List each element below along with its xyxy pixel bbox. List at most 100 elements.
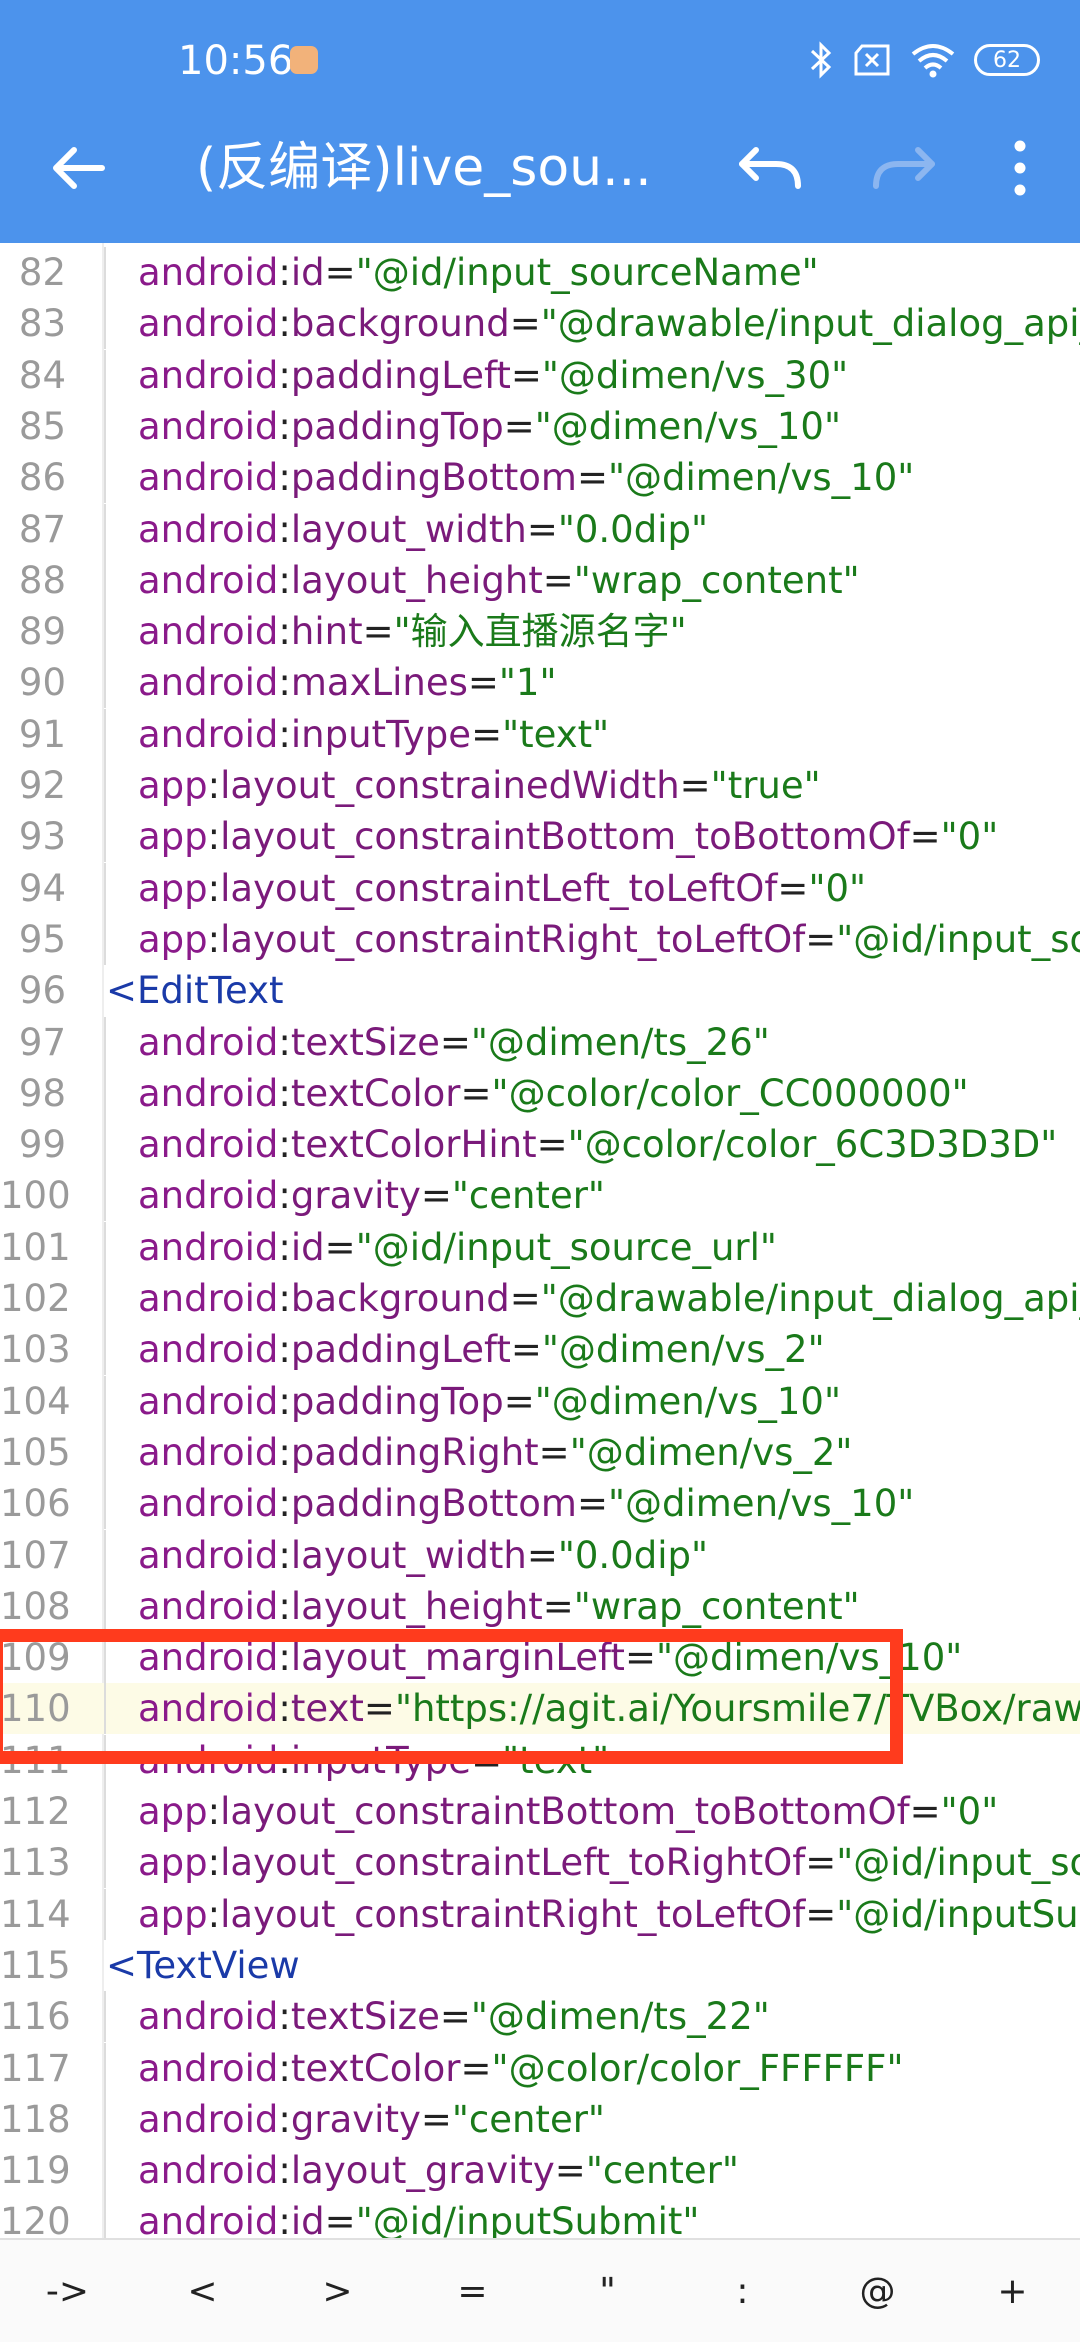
xml-attribute: android:layout_height="wrap_content" xyxy=(138,1581,860,1632)
line-number: 100 xyxy=(0,1174,71,1218)
code-line[interactable]: 100 android:gravity="center" xyxy=(0,1170,1080,1222)
namespace-prefix: android xyxy=(138,712,279,756)
attribute-value: "@id/input_sourceName" xyxy=(355,251,819,294)
code-line[interactable]: 115 <TextView xyxy=(0,1940,1080,1991)
symbol-key[interactable]: @ xyxy=(810,2271,945,2312)
code-line[interactable]: 119 android:layout_gravity="center" xyxy=(0,2145,1080,2197)
line-number: 84 xyxy=(18,353,66,397)
status-time: 10:56 xyxy=(178,38,294,84)
equals-token: = xyxy=(362,610,394,654)
equals-token: = xyxy=(471,712,503,756)
code-line[interactable]: 114 app:layout_constraintRight_toLeftOf="… xyxy=(0,1888,1080,1940)
symbol-key[interactable]: : xyxy=(675,2271,810,2312)
symbol-key[interactable]: + xyxy=(945,2271,1080,2312)
indent-guide xyxy=(104,1734,106,1786)
line-number: 103 xyxy=(0,1328,71,1372)
equals-token: = xyxy=(324,1225,356,1269)
code-line[interactable]: 94 app:layout_constraintLeft_toLeftOf="0" xyxy=(0,862,1080,914)
code-line[interactable]: 117 android:textColor="@color/color_FFFFF… xyxy=(0,2042,1080,2094)
indent-guide xyxy=(104,1221,106,1273)
code-line[interactable]: 91 android:inputType="text" xyxy=(0,708,1080,760)
code-line[interactable]: 101 android:id="@id/input_source_url" xyxy=(0,1221,1080,1273)
colon-token: : xyxy=(278,2149,291,2193)
colon-token: : xyxy=(278,2200,291,2238)
code-line[interactable]: 85 android:paddingTop="@dimen/vs_10" xyxy=(0,400,1080,452)
code-line[interactable]: 97 android:textSize="@dimen/ts_26" xyxy=(0,1016,1080,1068)
equals-token: = xyxy=(576,456,608,500)
code-line[interactable]: 102 android:background="@drawable/input_d… xyxy=(0,1273,1080,1324)
indent-guide xyxy=(104,247,106,298)
code-line[interactable]: 107 android:layout_width="0.0dip" xyxy=(0,1529,1080,1581)
back-arrow-icon[interactable] xyxy=(42,132,114,204)
code-line[interactable]: 83 android:background="@drawable/input_di… xyxy=(0,298,1080,350)
code-line[interactable]: 105 android:paddingRight="@dimen/vs_2" xyxy=(0,1426,1080,1478)
xml-attribute: android:paddingTop="@dimen/vs_10" xyxy=(138,401,841,452)
indent-guide xyxy=(104,1375,106,1427)
code-line[interactable]: 98 android:textColor="@color/color_CC0000… xyxy=(0,1067,1080,1119)
symbol-key[interactable]: -> xyxy=(0,2271,135,2312)
code-line[interactable]: 89 android:hint="输入直播源名字" xyxy=(0,606,1080,658)
line-number: 110 xyxy=(0,1687,71,1731)
attribute-value: "@drawable/input_dialog_api_inp xyxy=(540,1277,1080,1320)
code-line[interactable]: 84 android:paddingLeft="@dimen/vs_30" xyxy=(0,349,1080,401)
namespace-prefix: android xyxy=(138,1020,279,1064)
code-line[interactable]: 109 android:layout_marginLeft="@dimen/vs_… xyxy=(0,1632,1080,1684)
xml-attribute: app:layout_constraintBottom_toBottomOf="… xyxy=(138,811,998,862)
namespace-prefix: android xyxy=(138,404,279,448)
code-line[interactable]: 111 android:inputType="text" xyxy=(0,1734,1080,1786)
undo-icon[interactable] xyxy=(736,136,804,196)
code-line[interactable]: 87 android:layout_width="0.0dip" xyxy=(0,503,1080,555)
symbol-key[interactable]: > xyxy=(270,2271,405,2312)
namespace-prefix: android xyxy=(138,1533,279,1577)
code-line[interactable]: 99 android:textColorHint="@color/color_6C… xyxy=(0,1119,1080,1171)
code-line[interactable]: 86 android:paddingBottom="@dimen/vs_10" xyxy=(0,452,1080,504)
indent-guide xyxy=(104,349,106,401)
more-vert-icon[interactable] xyxy=(1000,136,1040,200)
line-number: 92 xyxy=(18,764,66,807)
code-line[interactable]: 113 app:layout_constraintLeft_toRightOf="… xyxy=(0,1837,1080,1889)
attribute-name: inputType xyxy=(290,712,472,756)
redo-icon[interactable] xyxy=(870,136,938,196)
code-line[interactable]: 90 android:maxLines="1" xyxy=(0,657,1080,709)
attribute-value: "@dimen/vs_2" xyxy=(569,1430,853,1474)
code-line[interactable]: 103 android:paddingLeft="@dimen/vs_2" xyxy=(0,1324,1080,1376)
code-line[interactable]: 88 android:layout_height="wrap_content" xyxy=(0,554,1080,606)
code-line[interactable]: 92 app:layout_constrainedWidth="true" xyxy=(0,760,1080,811)
code-line[interactable]: 96 <EditText xyxy=(0,965,1080,1016)
code-line[interactable]: 108 android:layout_height="wrap_content" xyxy=(0,1580,1080,1632)
symbol-key[interactable]: < xyxy=(135,2271,270,2312)
code-line[interactable]: 93 app:layout_constraintBottom_toBottomOf… xyxy=(0,811,1080,863)
code-line[interactable]: 104 android:paddingTop="@dimen/vs_10" xyxy=(0,1375,1080,1427)
attribute-name: paddingTop xyxy=(290,1379,504,1423)
attribute-name: paddingBottom xyxy=(290,456,577,500)
attribute-name: paddingBottom xyxy=(290,1482,577,1526)
attribute-name: layout_constraintBottom_toBottomOf xyxy=(220,1790,910,1833)
code-line[interactable]: 110 android:text="https://agit.ai/Yoursmi… xyxy=(0,1683,1080,1735)
equals-token: = xyxy=(805,1841,837,1885)
attribute-name: textSize xyxy=(290,1995,440,2039)
attribute-name: textColorHint xyxy=(290,1123,537,1167)
code-editor[interactable]: 82 android:id="@id/input_sourceName" 83 and… xyxy=(0,243,1080,2238)
code-line[interactable]: 116 android:textSize="@dimen/ts_22" xyxy=(0,1991,1080,2043)
attribute-name: layout_width xyxy=(290,507,527,551)
xml-attribute: android:id="@id/inputSubmit" xyxy=(138,2196,699,2238)
equals-token: = xyxy=(624,1636,656,1680)
code-line[interactable]: 120 android:id="@id/inputSubmit" xyxy=(0,2196,1080,2238)
xml-attribute: android:maxLines="1" xyxy=(138,657,556,708)
namespace-prefix: android xyxy=(138,558,279,602)
symbol-key[interactable]: = xyxy=(405,2271,540,2312)
colon-token: : xyxy=(207,1790,221,1833)
code-line[interactable]: 112 app:layout_constraintBottom_toBottomO… xyxy=(0,1786,1080,1837)
indent-guide xyxy=(104,554,106,606)
code-line[interactable]: 82 android:id="@id/input_sourceName" xyxy=(0,247,1080,298)
symbol-key[interactable]: " xyxy=(540,2271,675,2312)
attribute-value: "center" xyxy=(451,2097,605,2141)
code-line[interactable]: 95 app:layout_constraintRight_toLeftOf="@… xyxy=(0,913,1080,965)
code-line[interactable]: 106 android:paddingBottom="@dimen/vs_10" xyxy=(0,1478,1080,1530)
namespace-prefix: android xyxy=(138,302,279,346)
code-line[interactable]: 118 android:gravity="center" xyxy=(0,2093,1080,2145)
attribute-name: layout_constrainedWidth xyxy=(220,764,680,807)
indent-guide xyxy=(104,1067,106,1119)
battery-icon: 62 xyxy=(974,44,1040,76)
xml-attribute: android:hint="输入直播源名字" xyxy=(138,606,687,657)
